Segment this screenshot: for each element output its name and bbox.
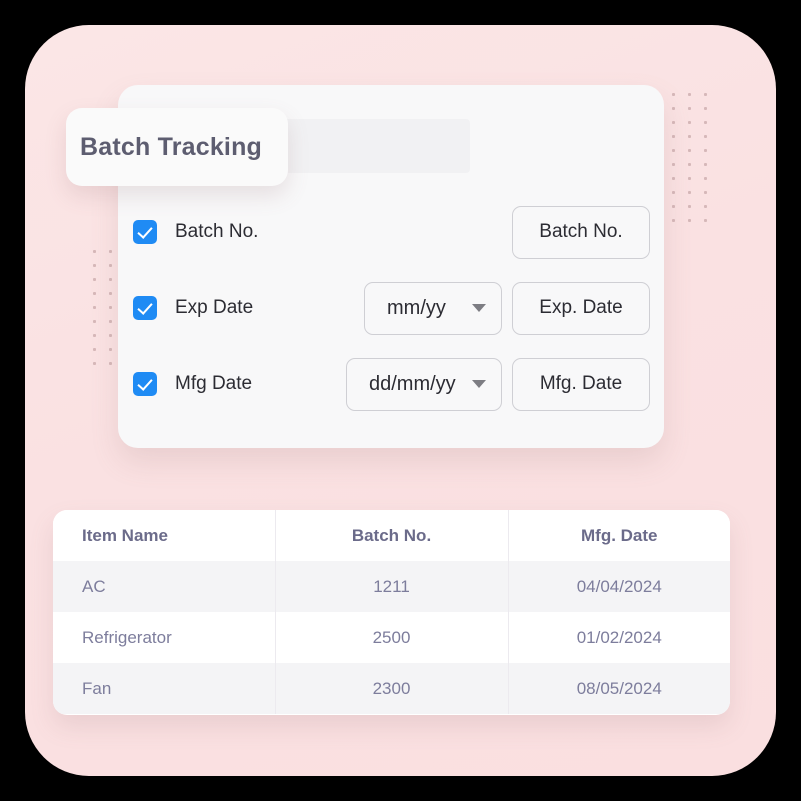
form-row-exp-date: Exp Date mm/yy Exp. Date — [118, 270, 664, 346]
cell-item-name: Fan — [53, 663, 276, 714]
text-input-value-mfg-date: Mfg. Date — [539, 373, 623, 394]
select-exp-date-format[interactable]: mm/yy — [364, 281, 502, 335]
cell-mfg-date: 04/04/2024 — [508, 561, 730, 612]
cell-item-name: AC — [53, 561, 276, 612]
form-row-batch-no: Batch No. Batch No. — [118, 194, 664, 270]
checkbox-label-mfg-date: Mfg Date — [175, 373, 253, 394]
batch-table: Item Name Batch No. Mfg. Date AC 1211 04… — [53, 510, 730, 714]
page-title: Batch Tracking — [80, 132, 263, 161]
checkbox-mfg-date[interactable] — [133, 372, 157, 396]
checkbox-batch-no[interactable] — [133, 220, 157, 244]
table-header-row: Item Name Batch No. Mfg. Date — [53, 510, 730, 561]
cell-mfg-date: 08/05/2024 — [508, 663, 730, 714]
table-row[interactable]: Fan 2300 08/05/2024 — [53, 663, 730, 714]
column-header-batch-no: Batch No. — [275, 510, 509, 561]
select-mfg-date-format[interactable]: dd/mm/yy — [346, 357, 502, 411]
cell-mfg-date: 01/02/2024 — [508, 612, 730, 663]
cell-batch-no: 1211 — [275, 561, 509, 612]
cell-batch-no: 2300 — [275, 663, 509, 714]
chevron-down-icon — [472, 380, 486, 388]
cell-item-name: Refrigerator — [53, 612, 276, 663]
cell-batch-no: 2500 — [275, 612, 509, 663]
form-row-mfg-date: Mfg Date dd/mm/yy Mfg. Date — [118, 346, 664, 422]
text-input-exp-date[interactable]: Exp. Date — [512, 281, 650, 335]
chevron-down-icon — [472, 304, 486, 312]
text-input-mfg-date[interactable]: Mfg. Date — [512, 357, 650, 411]
checkbox-exp-date[interactable] — [133, 296, 157, 320]
page-title-card: Batch Tracking — [66, 108, 288, 186]
select-value-exp-date-format: mm/yy — [387, 296, 446, 319]
screenshot-canvas: Batch No. Batch No. Exp Date mm/yy Exp. … — [0, 0, 801, 801]
column-header-mfg-date: Mfg. Date — [508, 510, 730, 561]
checkbox-label-batch-no: Batch No. — [175, 221, 259, 242]
select-value-mfg-date-format: dd/mm/yy — [369, 372, 456, 395]
dot-pattern-right-icon — [672, 93, 720, 233]
batch-table-card: Item Name Batch No. Mfg. Date AC 1211 04… — [53, 510, 730, 715]
checkbox-group-exp-date[interactable]: Exp Date — [133, 296, 253, 320]
form-rows: Batch No. Batch No. Exp Date mm/yy Exp. … — [118, 194, 664, 422]
column-header-item-name: Item Name — [53, 510, 276, 561]
checkbox-group-batch-no[interactable]: Batch No. — [133, 220, 258, 244]
table-row[interactable]: AC 1211 04/04/2024 — [53, 561, 730, 612]
text-input-batch-no[interactable]: Batch No. — [512, 205, 650, 259]
placeholder-block — [280, 119, 470, 173]
text-input-value-batch-no: Batch No. — [539, 221, 623, 242]
checkbox-label-exp-date: Exp Date — [175, 297, 254, 318]
text-input-value-exp-date: Exp. Date — [539, 297, 623, 318]
checkbox-group-mfg-date[interactable]: Mfg Date — [133, 372, 252, 396]
table-row[interactable]: Refrigerator 2500 01/02/2024 — [53, 612, 730, 663]
